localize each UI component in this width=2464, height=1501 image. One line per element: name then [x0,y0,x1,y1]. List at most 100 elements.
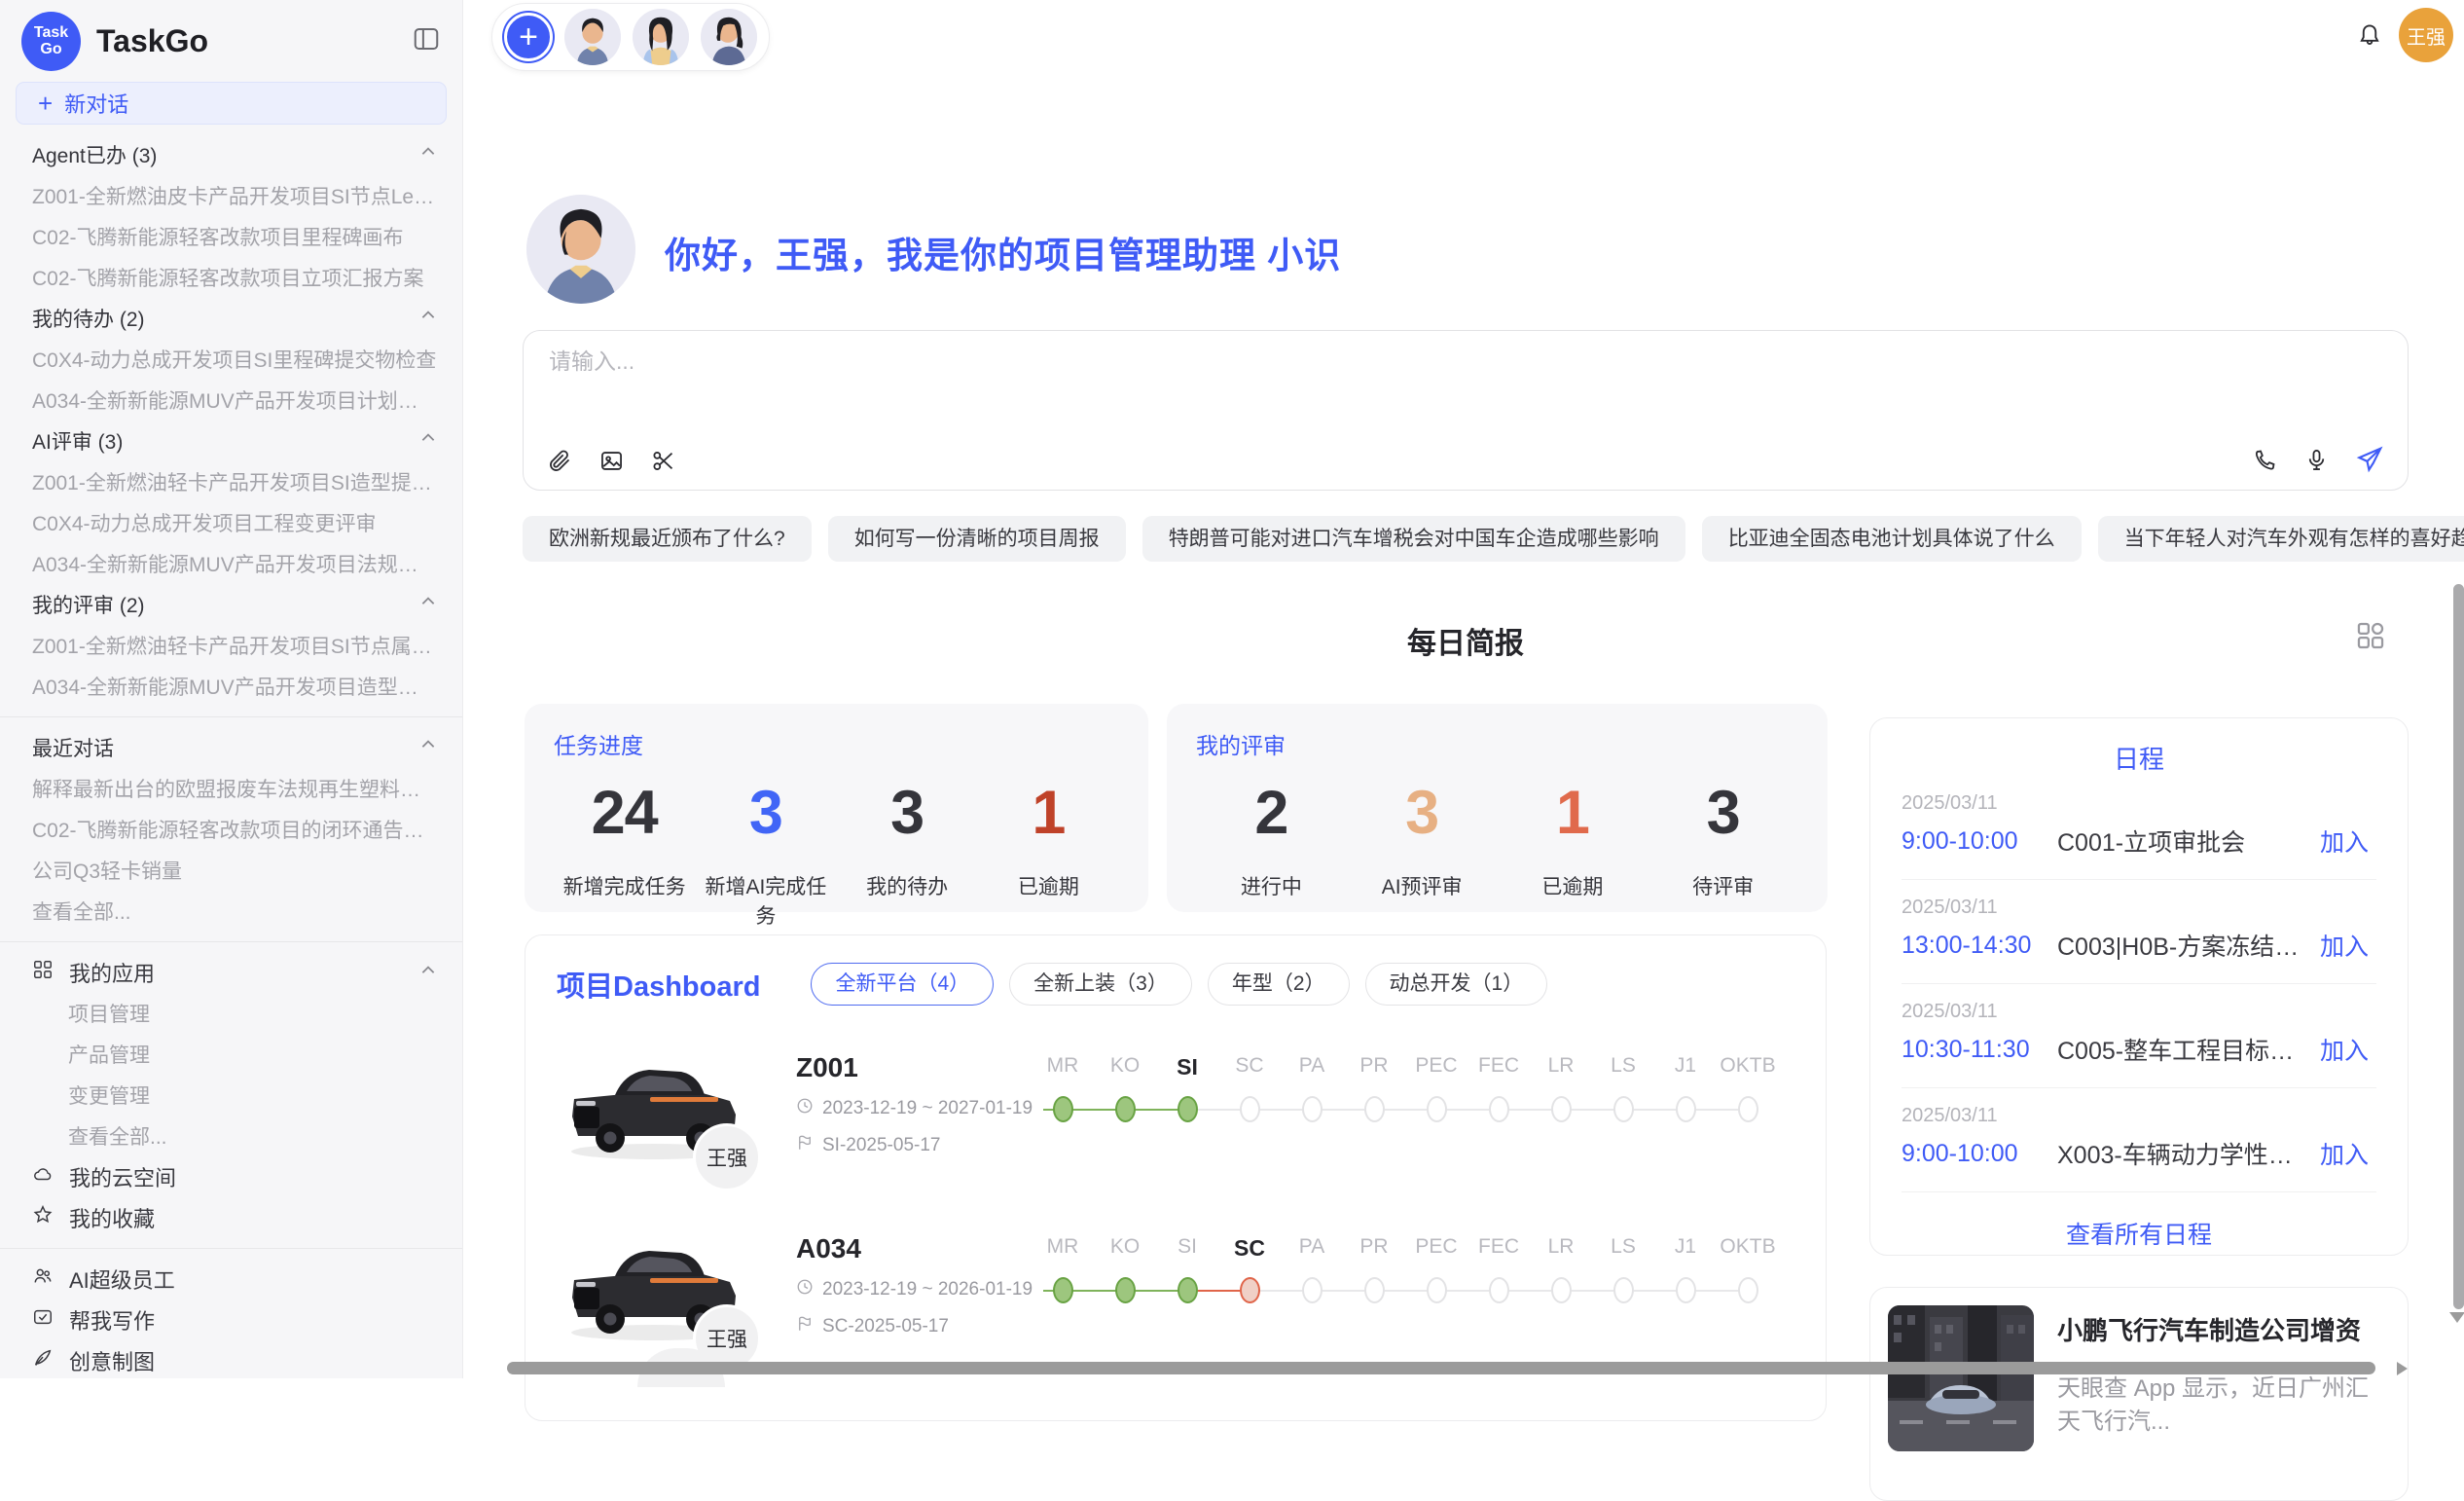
sidebar-item[interactable]: Z001-全新燃油轻卡产品开发项目SI节点属性5D文件评审 [0,625,462,666]
sidebar-item[interactable]: A034-全新新能源MUV产品开发项目计划变更表编写 [0,380,462,421]
dashboard-title: 项目Dashboard [557,964,760,1005]
project-row[interactable]: 王强 Z001 2023-12-19 ~ 2027-01-19 SI-2025-… [525,1039,1826,1187]
sidebar-group-my-apps[interactable]: 我的应用 [0,952,462,993]
project-dashboard-card: 项目Dashboard 全新平台（4） 全新上装（3） 年型（2） 动总开发（1… [525,934,1827,1421]
new-chat-label: 新对话 [64,88,128,119]
suggestion-chip[interactable]: 当下年轻人对汽车外观有怎样的喜好趋势 [2098,516,2464,562]
sidebar-item-app[interactable]: 产品管理 [0,1034,462,1075]
divider [1902,983,2376,984]
user-avatar[interactable]: 王强 [2399,8,2453,62]
sidebar-group-my-review[interactable]: 我的评审 (2) [0,584,462,625]
sidebar-item-help-write[interactable]: 帮我写作 [0,1300,462,1340]
milestone-node-done [1178,1096,1198,1122]
sidebar-group-my-todo[interactable]: 我的待办 (2) [0,298,462,339]
sidebar-item-app[interactable]: 项目管理 [0,993,462,1034]
divider [0,716,462,717]
schedule-title: 日程 [1870,718,2408,776]
chat-input[interactable] [549,348,2378,375]
news-card[interactable]: 小鹏飞行汽车制造公司增资 天眼查 App 显示，近日广州汇天飞行汽... [1869,1287,2409,1501]
schedule-event: 2025/03/11 9:00-10:00 C001-立项审批会 加入 [1870,792,2408,859]
filter-chip[interactable]: 动总开发（1） [1365,963,1548,1006]
sidebar-item-app[interactable]: 变更管理 [0,1075,462,1116]
sidebar-item[interactable]: C0X4-动力总成开发项目工程变更评审 [0,502,462,543]
project-row[interactable]: 王强 A034 2023-12-19 ~ 2026-01-19 SC-2025-… [525,1220,1826,1368]
suggestion-chip[interactable]: 欧洲新规最近颁布了什么? [523,516,812,562]
agent-avatar-1[interactable] [564,9,621,65]
image-icon[interactable] [598,448,625,474]
people-icon [32,1265,54,1293]
sidebar-item-creative-draw[interactable]: 创意制图 [0,1340,462,1381]
filter-chip[interactable]: 全新上装（3） [1009,963,1192,1006]
sidebar-item[interactable]: Z001-全新燃油皮卡产品开发项目SI节点Lesson Learn报告 [0,175,462,216]
join-link[interactable]: 加入 [2320,824,2369,859]
chevron-up-icon[interactable] [419,307,437,330]
sidebar-group-agent-done[interactable]: Agent已办 (3) [0,134,462,175]
recent-view-all[interactable]: 查看全部... [0,891,462,932]
agent-avatar-3[interactable] [701,9,757,65]
horizontal-scrollbar[interactable] [507,1362,2375,1374]
milestone-node-done [1053,1096,1073,1122]
suggestion-chip[interactable]: 比亚迪全固态电池计划具体说了什么 [1702,516,2082,562]
card-title: 任务进度 [554,727,1119,760]
current-milestone-label: SI [1156,1054,1218,1080]
sidebar-item[interactable]: C0X4-动力总成开发项目SI里程碑提交物检查 [0,339,462,380]
phone-call-icon[interactable] [2252,447,2278,473]
join-link[interactable]: 加入 [2320,928,2369,963]
apps-view-all[interactable]: 查看全部... [0,1116,462,1156]
sidebar-item[interactable]: 公司Q3轻卡销量 [0,850,462,891]
suggestion-chip[interactable]: 如何写一份清晰的项目周报 [828,516,1126,562]
project-image: 王强 [557,1039,751,1170]
view-all-schedule-link[interactable]: 查看所有日程 [1870,1216,2408,1251]
microphone-icon[interactable] [2303,447,2330,473]
filter-chip-active[interactable]: 全新平台（4） [811,963,994,1006]
schedule-event: 2025/03/11 10:30-11:30 C005-整车工程目标评审 加入 [1870,1001,2408,1067]
chevron-up-icon[interactable] [419,143,437,166]
creative-draw-label: 创意制图 [69,1345,155,1376]
vertical-scrollbar[interactable] [2453,584,2464,1309]
scissors-icon[interactable] [650,448,676,474]
milestone-node [1551,1096,1572,1122]
notification-bell-icon[interactable] [2355,21,2384,55]
sidebar-group-ai-review[interactable]: AI评审 (3) [0,421,462,461]
write-icon [32,1306,54,1334]
star-icon [32,1204,54,1231]
join-link[interactable]: 加入 [2320,1136,2369,1171]
scroll-down-arrow[interactable] [2449,1312,2464,1323]
sidebar-item[interactable]: 解释最新出台的欧盟报废车法规再生塑料比例被调至15%... [0,768,462,809]
suggestion-chip[interactable]: 特朗普可能对进口汽车增税会对中国车企造成哪些影响 [1142,516,1685,562]
sidebar-collapse-icon[interactable] [412,24,441,58]
chevron-up-icon[interactable] [419,960,437,985]
sidebar-item[interactable]: C02-飞腾新能源轻客改款项目的闭环通告反馈情况 [0,809,462,850]
sidebar-item-ai-staff[interactable]: AI超级员工 [0,1259,462,1300]
attachment-icon[interactable] [547,448,573,474]
sidebar-item[interactable]: A034-全新新能源MUV产品开发项目法规符合性评审 [0,543,462,584]
sidebar-item[interactable]: C02-飞腾新能源轻客改款项目里程碑画布 [0,216,462,257]
milestone-node [1738,1277,1758,1303]
filter-chip[interactable]: 年型（2） [1208,963,1350,1006]
milestone-timeline: MRKOSISCPAPRPECFECLRLSJ1OKTB [1032,1054,1779,1125]
help-write-label: 帮我写作 [69,1304,155,1336]
event-time: 13:00-14:30 [1902,932,2057,960]
stat: 2进行中 [1196,778,1347,900]
project-owner-badge: 王强 [693,1123,761,1191]
sidebar-item[interactable]: C02-飞腾新能源轻客改款项目立项汇报方案 [0,257,462,298]
add-agent-button[interactable]: + [504,13,553,61]
project-code: Z001 [796,1052,1020,1083]
sidebar-item-favorites[interactable]: 我的收藏 [0,1197,462,1238]
layout-grid-icon[interactable] [2354,619,2387,657]
chevron-up-icon[interactable] [419,429,437,453]
milestone-node-done [1053,1277,1073,1303]
send-icon[interactable] [2355,445,2384,474]
chevron-up-icon[interactable] [419,736,437,759]
scroll-right-arrow[interactable] [2397,1362,2408,1375]
chevron-up-icon[interactable] [419,593,437,616]
milestone-node-done [1115,1096,1136,1122]
sidebar-item[interactable]: Z001-全新燃油轻卡产品开发项目SI造型提交物评审 [0,461,462,502]
sidebar-group-recent[interactable]: 最近对话 [0,727,462,768]
group-title: 我的应用 [69,957,155,988]
join-link[interactable]: 加入 [2320,1032,2369,1067]
sidebar-item-cloud-space[interactable]: 我的云空间 [0,1156,462,1197]
agent-avatar-2[interactable] [633,9,689,65]
new-chat-button[interactable]: + 新对话 [16,82,447,125]
sidebar-item[interactable]: A034-全新新能源MUV产品开发项目造型可行性评审 [0,666,462,707]
